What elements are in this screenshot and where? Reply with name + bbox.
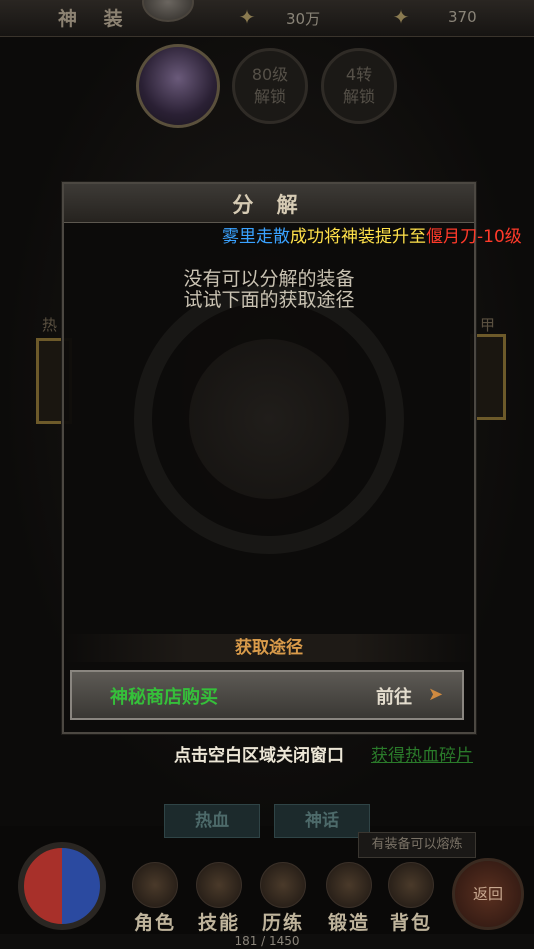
- character-icon: [132, 862, 178, 908]
- tab-shenhua[interactable]: 神话: [274, 804, 370, 838]
- bag-icon: [388, 862, 434, 908]
- lock-line1: 80级: [251, 65, 289, 84]
- source-mystery-shop-row[interactable]: 神秘商店购买 前往 ➤: [70, 670, 464, 720]
- lock-line2: 解锁: [342, 87, 375, 106]
- acquire-ways-heading: 获取途径: [64, 634, 474, 662]
- empty-message-line2: 试试下面的获取途径: [183, 289, 355, 311]
- nav-bag[interactable]: 背包: [380, 862, 442, 934]
- hp-mp-orb: [18, 842, 106, 930]
- tab-rexue[interactable]: 热血: [164, 804, 260, 838]
- smelt-notice: 有装备可以熔炼: [358, 832, 476, 858]
- page-title: 神 装: [58, 8, 133, 30]
- anvil-icon: [326, 862, 372, 908]
- nav-label: 锻造: [327, 912, 370, 934]
- nav-label: 角色: [133, 912, 176, 934]
- nav-forge[interactable]: 锻造: [318, 862, 380, 934]
- go-button-label[interactable]: 前往: [376, 683, 412, 709]
- training-icon: [260, 862, 306, 908]
- nav-training[interactable]: 历练: [252, 862, 314, 934]
- left-slot-label: 热: [42, 316, 58, 334]
- skills-icon: [196, 862, 242, 908]
- announce-item: 偃月刀-10级: [426, 227, 522, 247]
- xp-bar-text: 181 / 1450: [0, 934, 534, 949]
- announcement-ticker: 雾里走散成功将神装提升至偃月刀-10级: [222, 222, 522, 247]
- get-fragments-link[interactable]: 获得热血碎片: [371, 741, 473, 766]
- decompose-dialog: 分 解 没有可以分解的装备 试试下面的获取途径 获取途径 神秘商店购买 前往 ➤: [62, 182, 476, 734]
- lock-line2: 解锁: [253, 87, 286, 106]
- arrow-right-icon[interactable]: ➤: [428, 684, 443, 705]
- character-portrait[interactable]: [136, 44, 220, 128]
- locked-slot-rebirth: 4转 解锁: [321, 48, 397, 124]
- nav-label: 历练: [261, 912, 304, 934]
- close-window-hint[interactable]: 点击空白区域关闭窗口: [174, 741, 344, 766]
- gold-value: 30万: [286, 10, 321, 28]
- emblem-center: [189, 339, 349, 499]
- gold-coin-icon: ✦: [238, 5, 256, 29]
- right-slot-label: 甲: [480, 316, 496, 334]
- settings-gear-icon[interactable]: [142, 0, 194, 22]
- source-name: 神秘商店购买: [110, 687, 218, 708]
- nav-character[interactable]: 角色: [124, 862, 186, 934]
- ingot-icon: ✦: [392, 5, 410, 29]
- announce-text: 成功将神装提升至: [290, 227, 426, 247]
- dialog-title: 分 解: [232, 193, 306, 217]
- nav-skills[interactable]: 技能: [188, 862, 250, 934]
- locked-slot-level: 80级 解锁: [232, 48, 308, 124]
- ingot-value: 370: [448, 8, 477, 26]
- announce-player: 雾里走散: [222, 227, 290, 247]
- lock-line1: 4转: [345, 65, 373, 84]
- nav-label: 背包: [389, 912, 432, 934]
- return-button[interactable]: 返回: [452, 858, 524, 930]
- top-bar: 神 装 ✦ 30万 ✦ 370: [0, 0, 534, 37]
- dialog-header: 分 解: [64, 184, 474, 223]
- nav-label: 技能: [197, 912, 240, 934]
